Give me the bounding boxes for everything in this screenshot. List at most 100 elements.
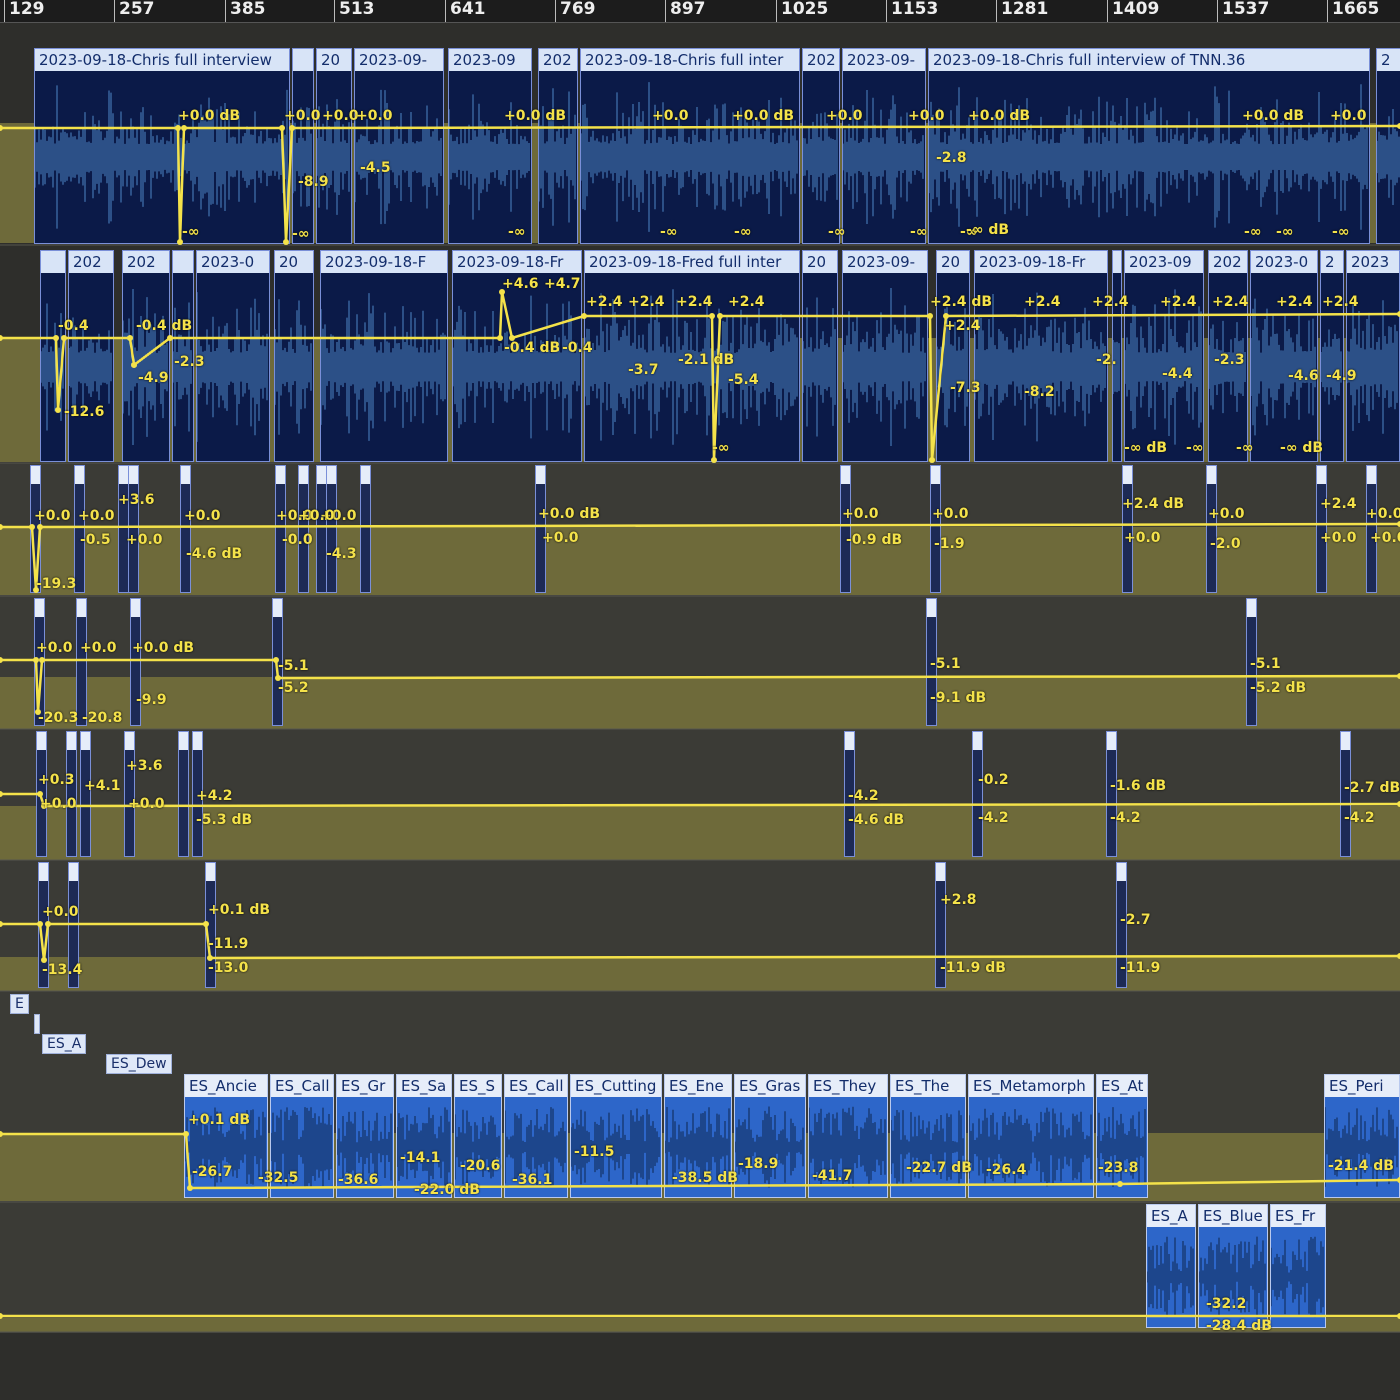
clip-slot[interactable] xyxy=(66,731,77,857)
waveform xyxy=(843,90,924,224)
audio-region[interactable]: 2023-09- xyxy=(842,250,928,462)
clip-slot[interactable] xyxy=(34,598,45,726)
audio-region[interactable]: 202 xyxy=(538,48,578,244)
track-sfx-2[interactable]: ES_A ES_Blue ES_Fr xyxy=(0,1204,1400,1330)
automation-label: -∞ dB xyxy=(966,222,1010,238)
automation-label: -∞ xyxy=(1186,440,1204,456)
audio-region[interactable]: 202 xyxy=(802,48,840,244)
sfx-region[interactable]: ES_Peri xyxy=(1324,1074,1400,1198)
automation-label: -5.4 xyxy=(728,372,759,388)
waveform xyxy=(453,295,580,439)
region-title: 2023-09-18-Fr xyxy=(975,251,1107,273)
automation-label: +0.0 xyxy=(1330,108,1367,124)
clip-slot[interactable] xyxy=(124,731,135,857)
audio-region[interactable]: 2 xyxy=(1320,250,1344,462)
clip-slot[interactable] xyxy=(178,731,189,857)
automation-label: +2.4 xyxy=(944,318,981,334)
automation-label: -2. xyxy=(1096,352,1117,368)
track-3[interactable] xyxy=(0,465,1400,595)
clip-slot[interactable] xyxy=(80,731,91,857)
automation-label: +2.4 xyxy=(1160,294,1197,310)
automation-label: +2.8 xyxy=(940,892,977,908)
waveform xyxy=(929,84,1368,230)
audio-region[interactable]: 2 xyxy=(1376,48,1400,244)
clip-slot[interactable] xyxy=(298,465,309,593)
clip-tag[interactable]: E xyxy=(10,994,29,1014)
clip-slot[interactable] xyxy=(30,465,41,593)
automation-label: -7.3 xyxy=(950,380,981,396)
audio-region[interactable]: 2023-09 xyxy=(1124,250,1204,462)
clip-tag[interactable] xyxy=(34,1014,40,1034)
automation-label: -∞ xyxy=(734,224,752,240)
sfx-region[interactable]: ES_Fr xyxy=(1270,1204,1326,1328)
sfx-region[interactable]: ES_A xyxy=(1146,1204,1196,1328)
audio-region[interactable]: 2023-09-18-Chris full interview xyxy=(34,48,290,244)
clip-tag[interactable]: ES_A xyxy=(42,1034,87,1054)
audio-region[interactable]: 2023-0 xyxy=(1250,250,1318,462)
clip-slot[interactable] xyxy=(76,598,87,726)
region-title: 2 xyxy=(1377,49,1400,71)
clip-tag[interactable]: ES_Dew xyxy=(106,1054,172,1074)
track-vo-1[interactable]: 2023-09-18-Chris full interview 20 2023-… xyxy=(0,48,1400,244)
automation-label: +0.0 xyxy=(932,506,969,522)
clip-slot[interactable] xyxy=(275,465,286,593)
automation-label: -∞ xyxy=(1244,224,1262,240)
audio-region[interactable]: 2023-09-18-F xyxy=(320,250,448,462)
automation-label: -4.2 xyxy=(1110,810,1141,826)
sfx-region[interactable]: ES_Metamorph xyxy=(968,1074,1094,1198)
clip-slot[interactable] xyxy=(36,731,47,857)
sfx-region[interactable]: ES_At xyxy=(1096,1074,1148,1198)
automation-label: -41.7 xyxy=(812,1168,853,1184)
clip-slot[interactable] xyxy=(360,465,371,593)
clip-slot[interactable] xyxy=(1366,465,1377,593)
automation-label: -0.5 xyxy=(80,532,111,548)
audio-region[interactable]: 2023-09-18-Chris full inter xyxy=(580,48,800,244)
automation-label: -11.9 dB xyxy=(940,960,1006,976)
track-4[interactable] xyxy=(0,598,1400,728)
automation-label: -11.9 xyxy=(208,936,249,952)
clip-slot[interactable] xyxy=(1122,465,1133,593)
audio-region[interactable]: 20 xyxy=(274,250,314,462)
automation-label: -∞ xyxy=(292,226,310,242)
audio-region[interactable]: 2023-09-18-Fr xyxy=(974,250,1108,462)
automation-label: +4.1 xyxy=(84,778,121,794)
sfx-region[interactable]: ES_S xyxy=(454,1074,502,1198)
audio-region[interactable]: 2023-09-18-Chris full interview of TNN.3… xyxy=(928,48,1370,244)
clip-slot[interactable] xyxy=(1206,465,1217,593)
clip-slot[interactable] xyxy=(972,731,983,857)
clip-slot[interactable] xyxy=(326,465,337,593)
automation-label: -4.3 xyxy=(326,546,357,562)
automation-label: -5.1 xyxy=(278,658,309,674)
automation-label: -∞ xyxy=(828,224,846,240)
sfx-region[interactable]: ES_Gras xyxy=(734,1074,806,1198)
audio-region[interactable]: 20 xyxy=(316,48,352,244)
automation-label: -4.9 xyxy=(1326,368,1357,384)
audio-region[interactable]: 2023-09 xyxy=(448,48,532,244)
clip-slot[interactable] xyxy=(74,465,85,593)
audio-region[interactable]: 2023-09- xyxy=(842,48,926,244)
clip-slot[interactable] xyxy=(840,465,851,593)
waveform xyxy=(1097,1107,1146,1187)
audio-region[interactable] xyxy=(292,48,314,244)
waveform xyxy=(317,99,350,215)
audio-region[interactable]: 20 xyxy=(936,250,970,462)
audio-region[interactable]: 2023 xyxy=(1346,250,1400,462)
automation-label: -5.2 xyxy=(278,680,309,696)
clip-slot[interactable] xyxy=(535,465,546,593)
sfx-region[interactable]: ES_Cutting xyxy=(570,1074,662,1198)
clip-slot[interactable] xyxy=(930,465,941,593)
clip-slot[interactable] xyxy=(128,465,139,593)
automation-label: +2.4 xyxy=(728,294,765,310)
audio-region[interactable]: 2023-09- xyxy=(354,48,444,244)
audio-region[interactable] xyxy=(40,250,66,462)
audio-region[interactable]: 202 xyxy=(122,250,170,462)
sfx-region[interactable]: ES_Sa xyxy=(396,1074,452,1198)
audio-region[interactable]: 2023-0 xyxy=(196,250,270,462)
region-title: 2023-0 xyxy=(197,251,269,273)
clip-slot[interactable] xyxy=(1106,731,1117,857)
clip-slot[interactable] xyxy=(1316,465,1327,593)
clip-slot[interactable] xyxy=(180,465,191,593)
audio-region[interactable]: 202 xyxy=(68,250,114,462)
audio-region[interactable]: 20 xyxy=(802,250,838,462)
sfx-region[interactable]: ES_The xyxy=(890,1074,966,1198)
